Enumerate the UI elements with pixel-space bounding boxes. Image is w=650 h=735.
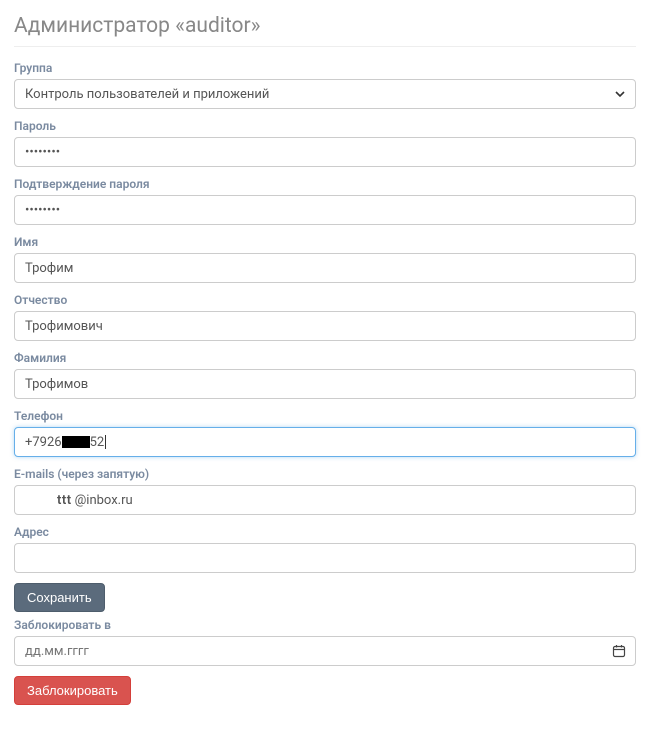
patronymic-label: Отчество	[14, 293, 636, 307]
patronymic-input[interactable]	[14, 311, 636, 341]
block-at-label: Заблокировать в	[14, 618, 636, 632]
save-row: Сохранить	[14, 583, 636, 612]
emails-field: E-mails (через запятую) ttt @inbox.ru	[14, 467, 636, 515]
password-confirm-input[interactable]	[14, 195, 636, 225]
phone-prefix: +7926	[25, 435, 62, 450]
phone-suffix: 52	[90, 435, 105, 450]
last-name-label: Фамилия	[14, 351, 636, 365]
block-at-field: Заблокировать в	[14, 618, 636, 666]
group-field: Группа Контроль пользователей и приложен…	[14, 61, 636, 109]
address-label: Адрес	[14, 525, 636, 539]
address-field: Адрес	[14, 525, 636, 573]
password-confirm-label: Подтверждение пароля	[14, 177, 636, 191]
group-label: Группа	[14, 61, 636, 75]
group-select[interactable]: Контроль пользователей и приложений	[14, 79, 636, 109]
last-name-input[interactable]	[14, 369, 636, 399]
patronymic-field: Отчество	[14, 293, 636, 341]
block-at-input[interactable]	[14, 636, 636, 666]
address-input[interactable]	[14, 543, 636, 573]
title-separator	[14, 46, 636, 47]
password-label: Пароль	[14, 119, 636, 133]
phone-label: Телефон	[14, 409, 636, 423]
first-name-field: Имя	[14, 235, 636, 283]
emails-input[interactable]: ttt @inbox.ru	[14, 485, 636, 515]
email-domain: @inbox.ru	[75, 493, 133, 508]
redacted-icon	[62, 436, 90, 448]
first-name-label: Имя	[14, 235, 636, 249]
text-cursor-icon	[105, 435, 106, 449]
phone-field: Телефон +7926 52	[14, 409, 636, 457]
block-row: Заблокировать	[14, 676, 636, 705]
block-button[interactable]: Заблокировать	[14, 676, 131, 705]
emails-label: E-mails (через запятую)	[14, 467, 636, 481]
page-title: Администратор «auditor»	[14, 14, 636, 38]
password-input[interactable]	[14, 137, 636, 167]
last-name-field: Фамилия	[14, 351, 636, 399]
email-local: ttt	[57, 493, 72, 508]
first-name-input[interactable]	[14, 253, 636, 283]
phone-input[interactable]: +7926 52	[14, 427, 636, 457]
password-field: Пароль	[14, 119, 636, 167]
password-confirm-field: Подтверждение пароля	[14, 177, 636, 225]
save-button[interactable]: Сохранить	[14, 583, 105, 612]
